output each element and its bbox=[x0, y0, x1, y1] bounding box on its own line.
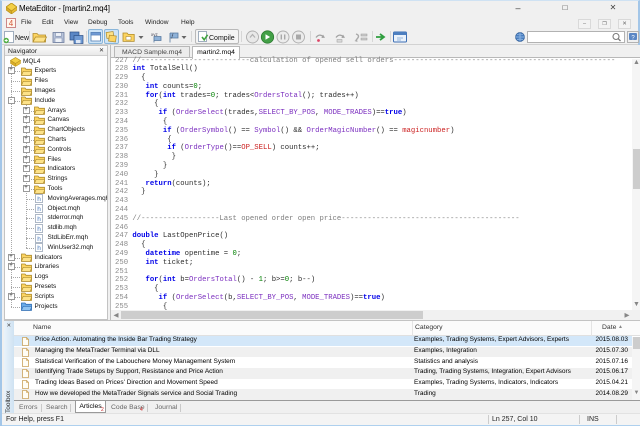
svg-text:h: h bbox=[37, 245, 41, 252]
svg-text:h: h bbox=[37, 206, 41, 213]
svg-text:h: h bbox=[37, 236, 41, 243]
svg-text:4: 4 bbox=[9, 19, 14, 28]
svg-text:h: h bbox=[37, 226, 41, 233]
svg-text:h: h bbox=[37, 216, 41, 223]
svg-text:h: h bbox=[37, 196, 41, 203]
svg-text:Compile: Compile bbox=[209, 35, 235, 42]
